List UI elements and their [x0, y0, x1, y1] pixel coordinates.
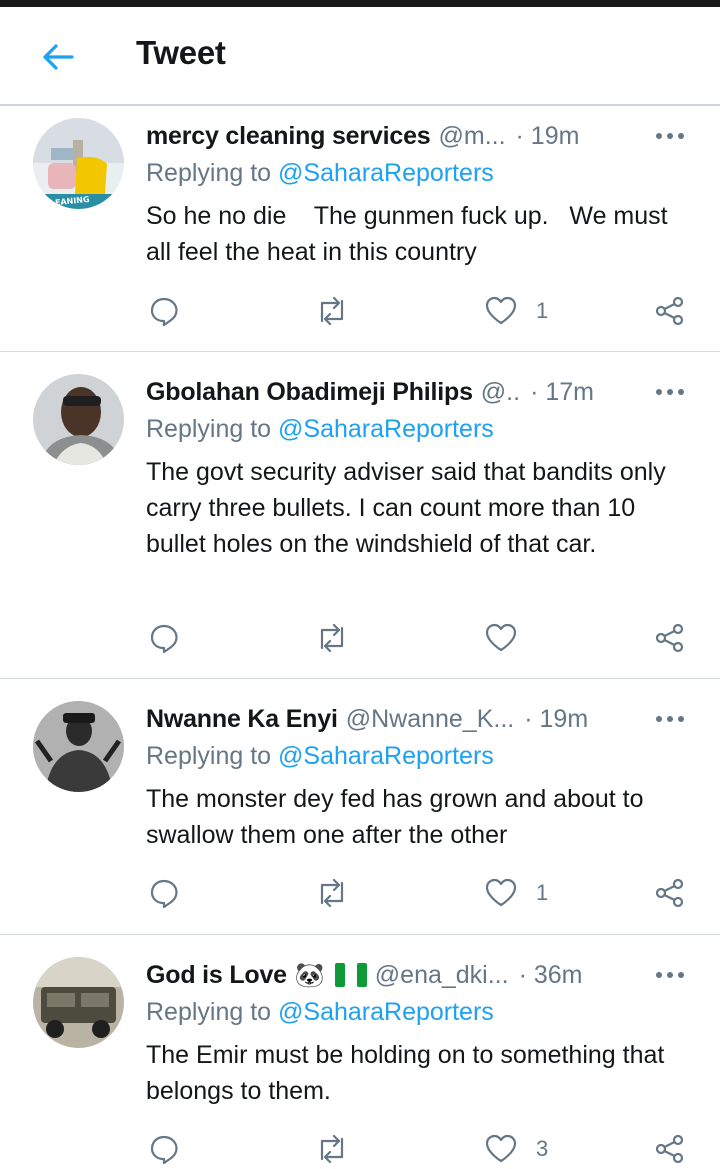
tweet-time: · 17m [530, 377, 594, 406]
replying-to: Replying to @SaharaReporters [146, 415, 494, 443]
like-count: 1 [536, 298, 549, 323]
display-name[interactable]: God is Love [146, 961, 287, 990]
more-dots-icon [655, 132, 685, 140]
retweet-icon [314, 295, 350, 327]
heart-icon [484, 295, 518, 327]
like-button[interactable]: 3 [484, 1129, 548, 1169]
more-dots-icon [655, 715, 685, 723]
back-button[interactable] [36, 35, 80, 79]
avatar[interactable] [33, 701, 124, 792]
more-dots-icon [655, 388, 685, 396]
tweet-actions: 1 [146, 291, 690, 331]
share-button[interactable] [654, 618, 686, 658]
tweet[interactable]: God is Love 🐼 @ena_dki... · 36m Replying… [0, 935, 720, 1165]
reply-button[interactable] [148, 873, 180, 913]
retweet-icon [314, 877, 350, 909]
avatar[interactable] [33, 957, 124, 1048]
tweet[interactable]: Gbolahan Obadimeji Philips @.. · 17m Rep… [0, 352, 720, 679]
tweet[interactable]: Nwanne Ka Enyi @Nwanne_K... · 19m Replyi… [0, 679, 720, 935]
reply-button[interactable] [148, 1129, 180, 1169]
more-options-button[interactable] [650, 705, 690, 733]
reply-button[interactable] [148, 291, 180, 331]
share-icon [654, 295, 686, 327]
replying-to: Replying to @SaharaReporters [146, 742, 494, 770]
replying-to: Replying to @SaharaReporters [146, 159, 494, 187]
heart-icon [484, 622, 518, 654]
retweet-button[interactable] [314, 291, 350, 331]
share-icon [654, 877, 686, 909]
mention-link[interactable]: @SaharaReporters [278, 159, 494, 187]
arrow-left-icon [41, 42, 75, 72]
nigeria-flag-icon [334, 963, 367, 987]
share-button[interactable] [654, 291, 686, 331]
reply-icon [148, 295, 180, 327]
tweet-actions: 3 [146, 1129, 690, 1169]
reply-icon [148, 877, 180, 909]
reply-button[interactable] [148, 618, 180, 658]
mention-link[interactable]: @SaharaReporters [278, 742, 494, 770]
heart-icon [484, 877, 518, 909]
user-handle[interactable]: @m... [438, 122, 505, 151]
tweet-text: So he no die The gunmen fuck up. We must… [146, 202, 675, 266]
like-button[interactable]: 1 [484, 291, 548, 331]
user-handle[interactable]: @ena_dki... [375, 961, 509, 990]
tweet-actions [146, 618, 690, 658]
tweet-text: The govt security adviser said that band… [146, 458, 673, 558]
like-count: 1 [536, 880, 549, 905]
display-name[interactable]: mercy cleaning services [146, 122, 431, 151]
more-options-button[interactable] [650, 378, 690, 406]
retweet-icon [314, 1133, 350, 1165]
like-button[interactable]: 1 [484, 873, 548, 913]
share-icon [654, 1133, 686, 1165]
reply-icon [148, 1133, 180, 1165]
retweet-button[interactable] [314, 873, 350, 913]
mention-link[interactable]: @SaharaReporters [278, 415, 494, 443]
replying-to: Replying to @SaharaReporters [146, 998, 494, 1026]
tweet-text: The monster dey fed has grown and about … [146, 785, 651, 849]
like-button[interactable] [484, 618, 536, 658]
mention-link[interactable]: @SaharaReporters [278, 998, 494, 1026]
display-name[interactable]: Nwanne Ka Enyi [146, 705, 338, 734]
tweet-time: · 19m [524, 704, 589, 733]
tweet-actions: 1 [146, 873, 690, 913]
more-options-button[interactable] [650, 961, 690, 989]
panda-emoji: 🐼 [294, 961, 325, 989]
tweet-text: The Emir must be holding on to something… [146, 1041, 672, 1105]
app-header: Tweet [0, 7, 720, 105]
retweet-icon [314, 622, 350, 654]
user-handle[interactable]: @.. [481, 378, 520, 407]
retweet-button[interactable] [314, 1129, 350, 1169]
more-dots-icon [655, 971, 685, 979]
status-bar [0, 0, 720, 7]
share-button[interactable] [654, 873, 686, 913]
page-title: Tweet [136, 34, 226, 71]
tweet[interactable]: E CLEANING mercy cleaning services @m...… [0, 106, 720, 352]
share-button[interactable] [654, 1129, 686, 1169]
avatar[interactable]: E CLEANING [33, 118, 124, 209]
display-name[interactable]: Gbolahan Obadimeji Philips [146, 378, 473, 407]
retweet-button[interactable] [314, 618, 350, 658]
tweet-time: · 19m [515, 121, 580, 150]
more-options-button[interactable] [650, 122, 690, 150]
user-handle[interactable]: @Nwanne_K... [346, 705, 515, 734]
avatar[interactable] [33, 374, 124, 465]
reply-icon [148, 622, 180, 654]
share-icon [654, 622, 686, 654]
like-count: 3 [536, 1136, 549, 1161]
tweet-time: · 36m [518, 960, 583, 989]
heart-icon [484, 1133, 518, 1165]
